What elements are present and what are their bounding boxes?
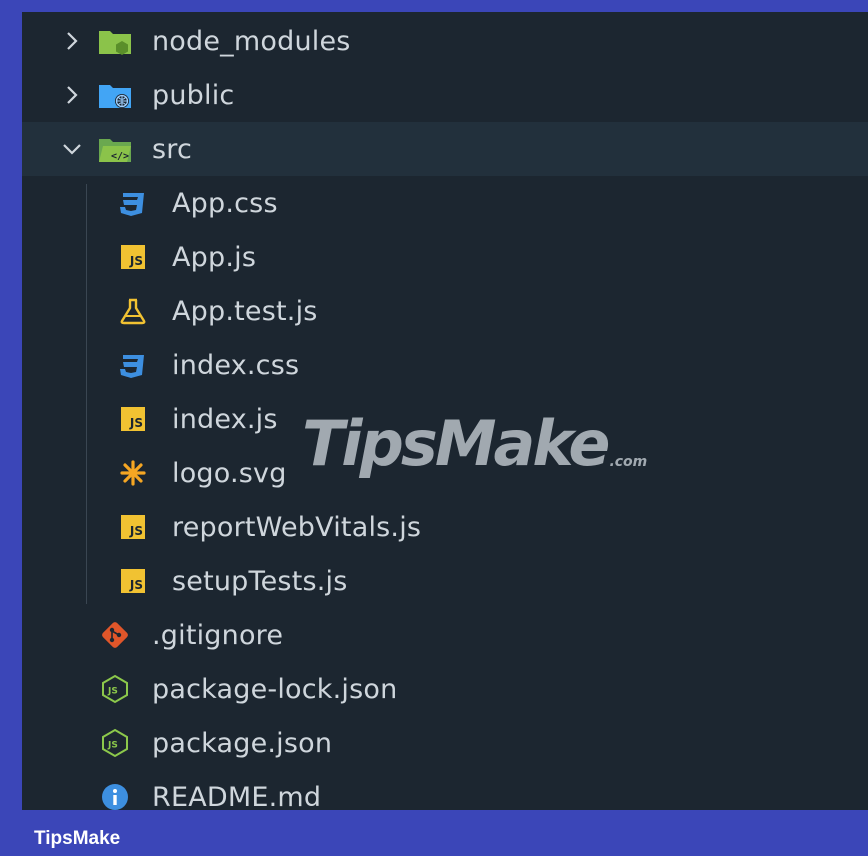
folder-node-modules[interactable]: node_modules: [22, 14, 868, 68]
file-label: index.css: [172, 349, 300, 381]
svg-text:</>: </>: [111, 151, 129, 162]
chevron-right-icon[interactable]: [60, 83, 84, 107]
file-readme-md[interactable]: README.md: [22, 770, 868, 810]
file-package-lock-json[interactable]: JS package-lock.json: [22, 662, 868, 716]
folder-node-icon: [98, 24, 132, 58]
file-app-test-js[interactable]: App.test.js: [22, 284, 868, 338]
js-icon: JS: [116, 240, 150, 274]
folder-label: src: [152, 133, 193, 165]
folder-public[interactable]: public: [22, 68, 868, 122]
nodejs-icon: JS: [98, 672, 132, 706]
file-label: reportWebVitals.js: [172, 511, 422, 543]
file-label: setupTests.js: [172, 565, 348, 597]
css-icon: [116, 348, 150, 382]
folder-label: public: [152, 79, 235, 111]
js-icon: JS: [116, 402, 150, 436]
file-label: README.md: [152, 781, 322, 811]
file-gitignore[interactable]: .gitignore: [22, 608, 868, 662]
svg-asterisk-icon: [116, 456, 150, 490]
git-icon: [98, 618, 132, 652]
watermark-logo: TipsMake .com: [302, 407, 648, 480]
footer-brand: TipsMake: [34, 828, 121, 849]
file-label: package.json: [152, 727, 333, 759]
svg-text:JS: JS: [107, 741, 118, 751]
file-package-json[interactable]: JS package.json: [22, 716, 868, 770]
file-label: index.js: [172, 403, 278, 435]
js-icon: JS: [116, 510, 150, 544]
file-setup-tests-js[interactable]: JS setupTests.js: [22, 554, 868, 608]
frame: node_modules public </> src App.css JS A…: [0, 0, 868, 856]
file-label: package-lock.json: [152, 673, 398, 705]
svg-text:JS: JS: [107, 687, 118, 697]
folder-public-icon: [98, 78, 132, 112]
folder-src[interactable]: </> src: [22, 122, 868, 176]
file-index-css[interactable]: index.css: [22, 338, 868, 392]
file-app-css[interactable]: App.css: [22, 176, 868, 230]
folder-label: node_modules: [152, 25, 351, 57]
info-icon: [98, 780, 132, 810]
file-label: App.css: [172, 187, 278, 219]
file-app-js[interactable]: JS App.js: [22, 230, 868, 284]
test-flask-icon: [116, 294, 150, 328]
css-icon: [116, 186, 150, 220]
js-icon: JS: [116, 564, 150, 598]
file-explorer: node_modules public </> src App.css JS A…: [22, 12, 868, 810]
file-label: .gitignore: [152, 619, 284, 651]
chevron-right-icon[interactable]: [60, 29, 84, 53]
file-label: logo.svg: [172, 457, 287, 489]
file-report-web-vitals-js[interactable]: JS reportWebVitals.js: [22, 500, 868, 554]
chevron-down-icon[interactable]: [60, 137, 84, 161]
folder-src-icon: </>: [98, 132, 132, 166]
nodejs-icon: JS: [98, 726, 132, 760]
file-label: App.test.js: [172, 295, 318, 327]
file-label: App.js: [172, 241, 257, 273]
